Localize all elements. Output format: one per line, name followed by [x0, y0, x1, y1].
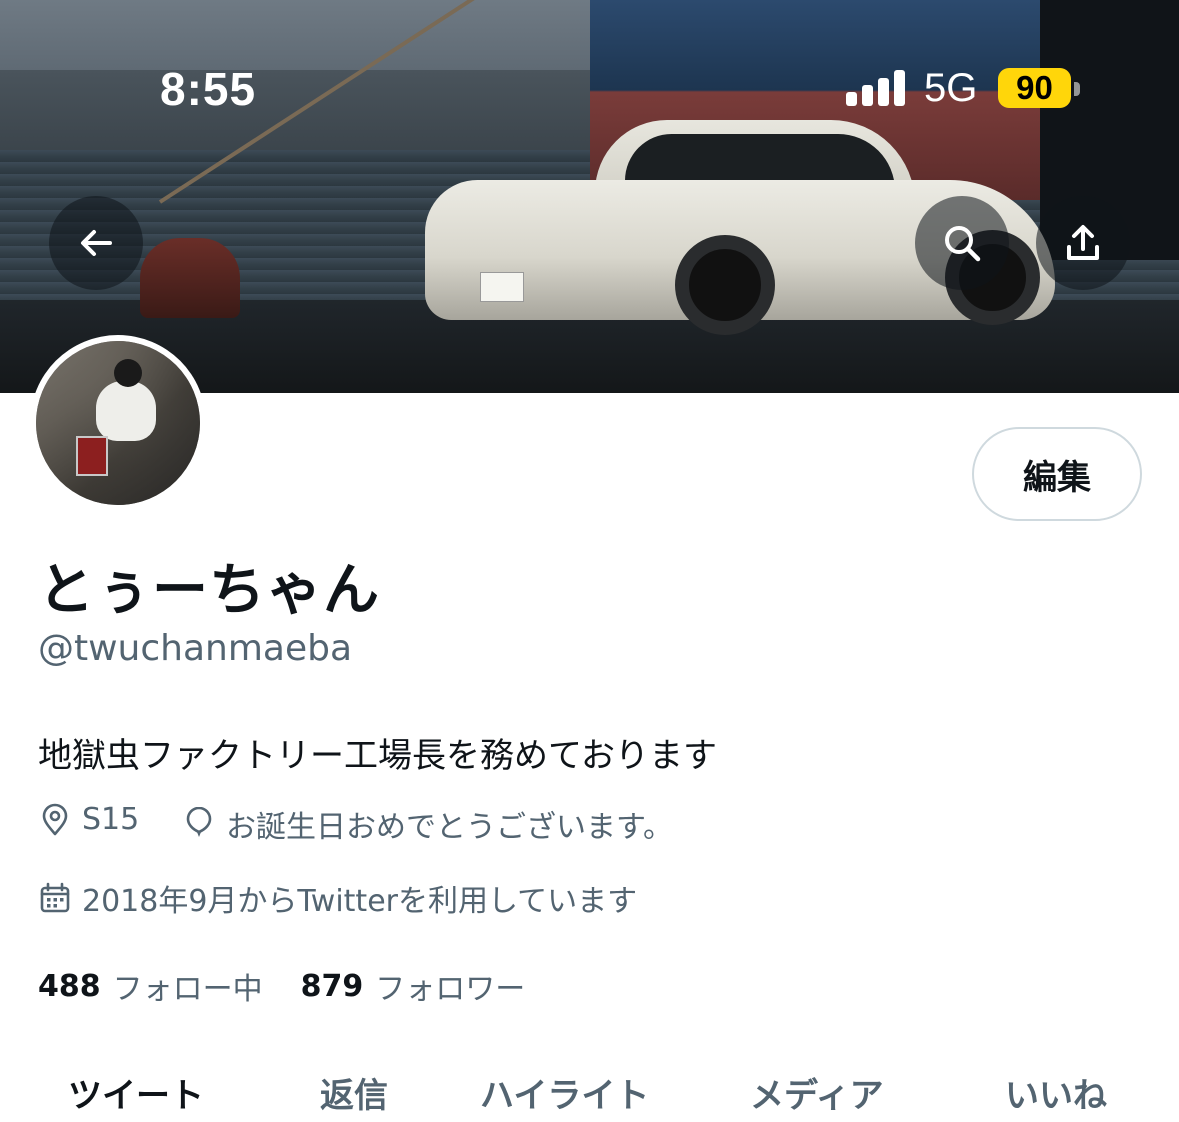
- user-handle: @twuchanmaeba: [38, 628, 353, 669]
- joined-text: 2018年9月からTwitterを利用しています: [82, 884, 638, 919]
- car-plate: [480, 272, 524, 302]
- avatar-red-box: [76, 436, 108, 476]
- avatar-image: [36, 341, 200, 505]
- search-button[interactable]: [915, 196, 1009, 290]
- car-front-wheel: [675, 235, 775, 335]
- joined-item: 2018年9月からTwitterを利用しています: [38, 876, 637, 920]
- arrow-left-icon: [81, 230, 112, 256]
- birthday-item: お誕生日おめでとうございます。: [182, 802, 673, 846]
- tab-highlights[interactable]: ハイライト: [480, 1068, 649, 1117]
- display-name: とぅーちゃん: [38, 558, 380, 623]
- share-button[interactable]: [1036, 196, 1130, 290]
- battery-cap: [1074, 82, 1080, 96]
- followers-count[interactable]: 879: [301, 969, 364, 1004]
- avatar-figure-head: [114, 359, 142, 387]
- calendar-icon: [40, 882, 70, 913]
- profile-tabs: ツイート 返信 ハイライト メディア いいね: [0, 1060, 1179, 1122]
- bio: 地獄虫ファクトリー工場長を務めております: [38, 736, 717, 776]
- follow-stats: 488 フォロー中 879 フォロワー: [38, 964, 563, 1008]
- location-text: S15: [82, 802, 140, 837]
- location-item: S15: [38, 802, 139, 837]
- following-count[interactable]: 488: [38, 969, 101, 1004]
- tab-replies[interactable]: 返信: [320, 1068, 388, 1117]
- back-button[interactable]: [49, 196, 143, 290]
- banner-bollard: [140, 238, 240, 318]
- tab-tweets[interactable]: ツイート: [68, 1068, 204, 1117]
- search-icon: [945, 226, 981, 262]
- followers-label[interactable]: フォロワー: [375, 964, 525, 1008]
- battery-icon: 90: [998, 68, 1071, 108]
- share-upload-icon: [1067, 225, 1099, 260]
- following-label[interactable]: フォロー中: [113, 964, 263, 1008]
- profile-banner[interactable]: [0, 0, 1179, 393]
- balloon-icon: [186, 807, 212, 837]
- avatar-figure: [96, 381, 156, 441]
- avatar[interactable]: [30, 335, 206, 511]
- cellular-signal-icon: [846, 70, 908, 106]
- birthday-text: お誕生日おめでとうございます。: [226, 810, 673, 845]
- tab-likes[interactable]: いいね: [1005, 1068, 1107, 1117]
- edit-profile-button[interactable]: 編集: [972, 427, 1142, 521]
- network-type: 5G: [924, 66, 978, 110]
- tab-media[interactable]: メディア: [750, 1068, 884, 1117]
- status-time: 8:55: [160, 63, 257, 115]
- location-pin-icon: [42, 803, 68, 835]
